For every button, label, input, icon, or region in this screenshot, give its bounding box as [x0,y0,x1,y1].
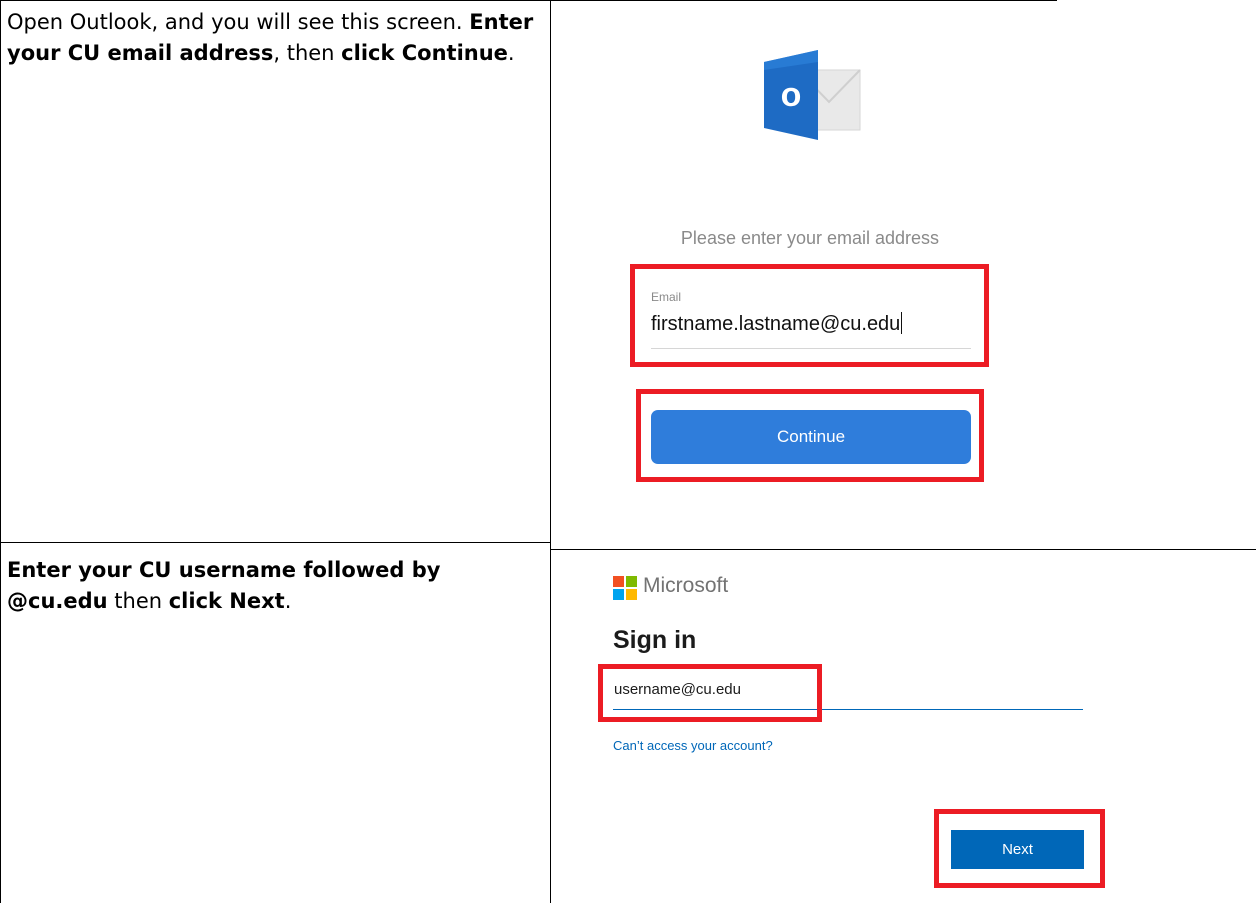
table-row-divider-right [550,549,1256,550]
table-column-divider [550,0,551,903]
email-field-highlight-box [630,264,989,367]
instruction-text-run: . [284,589,292,613]
sign-in-title: Sign in [613,626,697,654]
microsoft-logo-icon [613,576,637,600]
microsoft-brand-name: Microsoft [643,574,729,597]
email-prompt-text: Please enter your email address [680,228,940,248]
instruction-paragraph: Open Outlook, and you will see this scre… [7,7,537,69]
instruction-text-run: , then [273,41,342,65]
table-left-border [0,0,1,903]
instruction-text-run: then [107,589,169,613]
instruction-text-run: . [507,41,515,65]
table-row-divider-left [0,542,550,543]
outlook-logo-icon: o [764,50,861,140]
cant-access-account-link[interactable]: Can’t access your account? [613,738,773,753]
table-top-border-left [0,0,1057,1]
logo-square-yellow [626,589,637,600]
continue-button-highlight-box [636,389,984,482]
username-field-highlight-box [598,664,822,722]
next-button-highlight-box [934,809,1105,888]
instruction-text-run: Open Outlook, and you will see this scre… [7,10,470,34]
instruction-paragraph: Enter your CU username followed by @cu.e… [7,555,537,617]
logo-square-red [613,576,624,587]
step2-instruction: Enter your CU username followed by @cu.e… [7,555,537,617]
outlook-logo-letter: o [781,76,802,114]
step1-instruction: Open Outlook, and you will see this scre… [7,7,537,69]
logo-square-blue [613,589,624,600]
logo-square-green [626,576,637,587]
instruction-text-run: click Next [168,589,285,613]
instruction-text-run: click Continue [341,41,508,65]
